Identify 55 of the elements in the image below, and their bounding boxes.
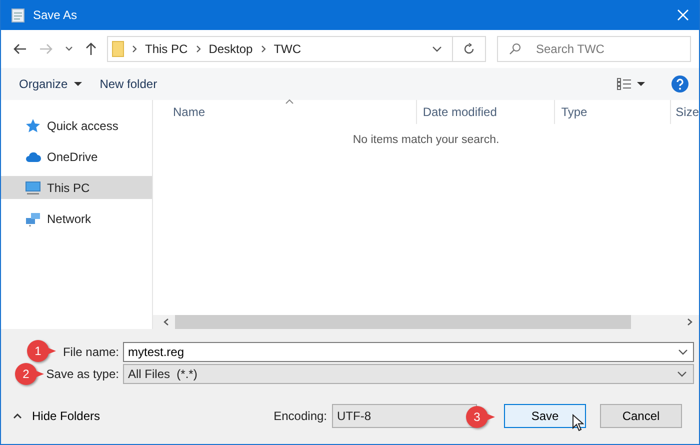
chevron-right-icon <box>132 45 137 53</box>
refresh-icon <box>463 43 475 55</box>
file-name-field[interactable]: mytest.reg <box>123 342 694 362</box>
column-header[interactable]: Date modified <box>416 100 556 124</box>
back-arrow-icon[interactable] <box>13 43 27 55</box>
breadcrumb-item[interactable]: Desktop <box>208 42 253 56</box>
network-icon <box>25 210 41 226</box>
folder-icon <box>112 41 124 57</box>
field-label: Save as type: <box>46 367 120 381</box>
up-arrow-icon[interactable] <box>85 42 97 56</box>
window-title: Save As <box>33 8 78 22</box>
column-header[interactable]: Size <box>670 100 699 124</box>
scroll-left-icon <box>163 318 169 326</box>
caret-icon <box>637 82 645 86</box>
chevron-down-icon[interactable] <box>432 46 442 52</box>
address-bar[interactable]: This PC Desktop TWC <box>107 36 453 62</box>
empty-message: No items match your search. <box>352 134 500 146</box>
help-icon[interactable] <box>671 75 689 93</box>
chevron-up-icon <box>13 413 22 419</box>
details-view-icon <box>617 78 631 90</box>
sort-caret-icon <box>285 99 294 104</box>
caret-icon <box>74 82 82 86</box>
sidebar-item[interactable]: Quick access <box>1 114 152 137</box>
breadcrumb-item[interactable]: TWC <box>274 42 302 56</box>
cancel-button[interactable]: Cancel <box>600 404 682 428</box>
column-header[interactable]: Name <box>153 100 417 124</box>
chevron-down-icon[interactable] <box>65 46 73 52</box>
notepad-icon <box>11 7 25 23</box>
new-folder-button[interactable]: New folder <box>94 74 164 94</box>
file-type-dropdown[interactable]: All Files (*.*) <box>123 364 694 384</box>
chevron-down-icon <box>678 349 688 355</box>
refresh-button[interactable] <box>453 36 486 62</box>
hide-folders-button[interactable]: Hide Folders <box>11 407 102 425</box>
star-icon <box>25 118 41 134</box>
breadcrumb-item[interactable]: This PC <box>145 42 188 56</box>
save-button[interactable]: Save <box>504 404 586 428</box>
sidebar-item[interactable]: This PC <box>1 176 152 199</box>
column-header[interactable]: Type <box>555 100 671 124</box>
chevron-down-icon <box>677 371 687 377</box>
monitor-icon <box>25 180 41 196</box>
close-icon[interactable] <box>677 9 689 21</box>
mouse-cursor-icon <box>572 414 584 432</box>
organize-button[interactable]: Organize <box>13 74 88 94</box>
callout-pointer-icon <box>485 412 495 422</box>
chevron-right-icon <box>260 45 266 53</box>
search-icon <box>509 43 521 55</box>
scroll-right-icon <box>687 318 693 326</box>
callout-pointer-icon <box>34 369 44 379</box>
search-field[interactable]: Search TWC <box>497 36 691 62</box>
encoding-label: Encoding: <box>274 409 327 423</box>
field-label: File name: <box>62 345 120 359</box>
callout-pointer-icon <box>46 346 56 356</box>
chevron-right-icon <box>196 45 201 53</box>
sidebar-item[interactable]: OneDrive <box>1 145 152 168</box>
sidebar-item[interactable]: Network <box>1 207 152 230</box>
